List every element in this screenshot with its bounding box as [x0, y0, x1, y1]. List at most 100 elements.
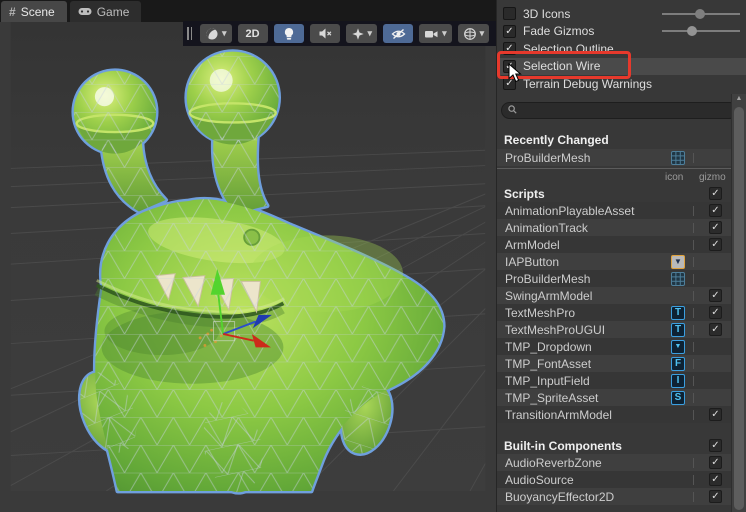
gizmo-checkbox[interactable]: ✓ — [709, 456, 722, 469]
gizmo-checkbox[interactable]: ✓ — [709, 473, 722, 486]
gizmo-checkbox[interactable]: ✓ — [709, 289, 722, 302]
audio-toggle-button[interactable] — [309, 24, 340, 43]
option-selection-wire[interactable]: ✓ Selection Wire — [497, 57, 746, 75]
chevron-down-icon: ▾ — [367, 28, 373, 38]
camera-icon — [424, 28, 439, 40]
scene-viewport[interactable] — [0, 22, 496, 512]
row-TMP_InputField[interactable]: TMP_InputField I — [497, 372, 731, 389]
column-divider — [693, 307, 694, 318]
checkbox-3d-icons[interactable] — [503, 7, 516, 21]
row-TextMeshProUGUI[interactable]: TextMeshProUGUI T ✓ — [497, 321, 731, 338]
row-TMP_SpriteAsset[interactable]: TMP_SpriteAsset S — [497, 389, 731, 406]
column-divider — [693, 358, 694, 369]
option-fade-gizmos[interactable]: ✓ Fade Gizmos — [497, 23, 746, 41]
tmp-S-icon[interactable]: S — [671, 390, 685, 405]
row-label: AnimationPlayableAsset — [505, 203, 635, 218]
tab-scene-label: Scene — [20, 4, 55, 19]
column-divider — [693, 392, 694, 403]
tmp-dropdown-icon[interactable]: ▼ — [671, 339, 685, 354]
checkbox-selection-outline[interactable]: ✓ — [503, 42, 516, 56]
lighting-toggle-button[interactable] — [273, 24, 304, 43]
scene-region: # Scene Game ▾ 2D ▾ ▾ ▾ — [0, 0, 497, 512]
scroll-up-arrow[interactable]: ▲ — [732, 95, 746, 102]
icon-column-header: icon — [665, 172, 684, 183]
column-divider — [693, 239, 694, 250]
gizmo-checkbox[interactable]: ✓ — [709, 306, 722, 319]
column-divider — [693, 205, 694, 216]
row-ProBuilderMesh[interactable]: ProBuilderMesh — [497, 270, 731, 287]
tab-game[interactable]: Game — [69, 1, 142, 22]
row-TextMeshPro[interactable]: TextMeshPro T ✓ — [497, 304, 731, 321]
gizmo-options: 3D Icons ✓ Fade Gizmos ✓ Selection Outli… — [497, 0, 746, 93]
row-label: TextMeshPro — [505, 305, 576, 320]
row-label: TransitionArmModel — [505, 407, 612, 422]
checkmark: ✓ — [505, 43, 514, 55]
tab-scene[interactable]: # Scene — [1, 1, 67, 22]
column-divider — [693, 256, 694, 267]
scene-view[interactable]: ▾ 2D ▾ ▾ ▾ — [0, 21, 497, 512]
tmp-F-icon[interactable]: F — [671, 356, 685, 371]
checkbox-selection-wire[interactable]: ✓ — [503, 59, 516, 73]
row-IAPButton[interactable]: IAPButton ▼ — [497, 253, 731, 270]
builtin-gizmo-checkbox[interactable]: ✓ — [709, 439, 722, 452]
column-divider — [693, 409, 694, 420]
row-SwingArmModel[interactable]: SwingArmModel ✓ — [497, 287, 731, 304]
option-3d-icons[interactable]: 3D Icons — [497, 5, 746, 23]
column-headers: icon gizmo — [497, 172, 731, 185]
row-TMP_FontAsset[interactable]: TMP_FontAsset F — [497, 355, 731, 372]
tmp-T-icon[interactable]: T — [671, 305, 685, 320]
fade-gizmos-slider[interactable] — [662, 26, 740, 37]
iap-icon[interactable]: ▼ — [671, 254, 685, 269]
grid-icon: # — [9, 4, 16, 19]
camera-settings-button[interactable]: ▾ — [419, 24, 452, 43]
row-ArmModel[interactable]: ArmModel ✓ — [497, 236, 731, 253]
panel-scrollbar[interactable]: ▲ — [731, 94, 746, 512]
row-label: AudioSource — [505, 472, 574, 487]
checkbox-terrain-debug[interactable]: ✓ — [503, 77, 516, 91]
row-ProBuilderMesh[interactable]: ProBuilderMesh — [497, 149, 731, 166]
component-tools-button[interactable]: ▾ — [457, 24, 490, 43]
row-label: AudioReverbZone — [505, 455, 602, 470]
shading-mode-button[interactable]: ▾ — [200, 24, 232, 43]
checkmark: ✓ — [505, 60, 514, 72]
probuilder-icon[interactable] — [671, 150, 685, 165]
gizmo-column-header: gizmo — [699, 172, 726, 183]
row-AnimationPlayableAsset[interactable]: AnimationPlayableAsset ✓ — [497, 202, 731, 219]
gizmo-checkbox[interactable]: ✓ — [709, 408, 722, 421]
row-TransitionArmModel[interactable]: TransitionArmModel ✓ — [497, 406, 731, 423]
gizmo-checkbox[interactable]: ✓ — [709, 204, 722, 217]
star-icon — [351, 27, 365, 41]
visibility-toggle-button[interactable] — [383, 24, 414, 43]
row-AudioSource[interactable]: AudioSource ✓ — [497, 471, 731, 488]
scrollbar-thumb[interactable] — [734, 107, 744, 510]
chevron-down-icon: ▾ — [442, 28, 447, 38]
row-TMP_Dropdown[interactable]: TMP_Dropdown ▼ — [497, 338, 731, 355]
row-AudioReverbZone[interactable]: AudioReverbZone ✓ — [497, 454, 731, 471]
effects-toggle-button[interactable]: ▾ — [345, 24, 378, 43]
scripts-gizmo-checkbox[interactable]: ✓ — [709, 187, 722, 200]
chevron-down-icon: ▾ — [222, 28, 227, 38]
3d-icons-size-slider[interactable] — [662, 8, 740, 19]
gizmo-checkbox[interactable]: ✓ — [709, 490, 722, 503]
row-label: TMP_FontAsset — [505, 356, 592, 371]
tmp-T-icon[interactable]: T — [671, 322, 685, 337]
row-BuoyancyEffector2D[interactable]: BuoyancyEffector2D ✓ — [497, 488, 731, 505]
2d-toggle-button[interactable]: 2D — [237, 24, 268, 43]
gizmo-sphere-icon — [463, 27, 477, 41]
row-label: IAPButton — [505, 254, 560, 269]
tmp-I-icon[interactable]: I — [671, 373, 685, 388]
gizmo-checkbox[interactable]: ✓ — [709, 238, 722, 251]
option-selection-outline[interactable]: ✓ Selection Outline — [497, 40, 746, 58]
gizmo-checkbox[interactable]: ✓ — [709, 221, 722, 234]
row-AnimationTrack[interactable]: AnimationTrack ✓ — [497, 219, 731, 236]
search-input[interactable] — [522, 104, 702, 116]
gizmo-checkbox[interactable]: ✓ — [709, 323, 722, 336]
option-terrain-debug-warnings[interactable]: ✓ Terrain Debug Warnings — [497, 75, 746, 93]
probuilder-icon[interactable] — [671, 271, 685, 286]
gizmo-search[interactable] — [501, 101, 738, 119]
toolbar-drag-handle[interactable] — [187, 27, 192, 40]
option-label: Fade Gizmos — [523, 24, 595, 39]
checkbox-fade-gizmos[interactable]: ✓ — [503, 24, 516, 38]
scripts-header: Scripts — [504, 186, 545, 201]
